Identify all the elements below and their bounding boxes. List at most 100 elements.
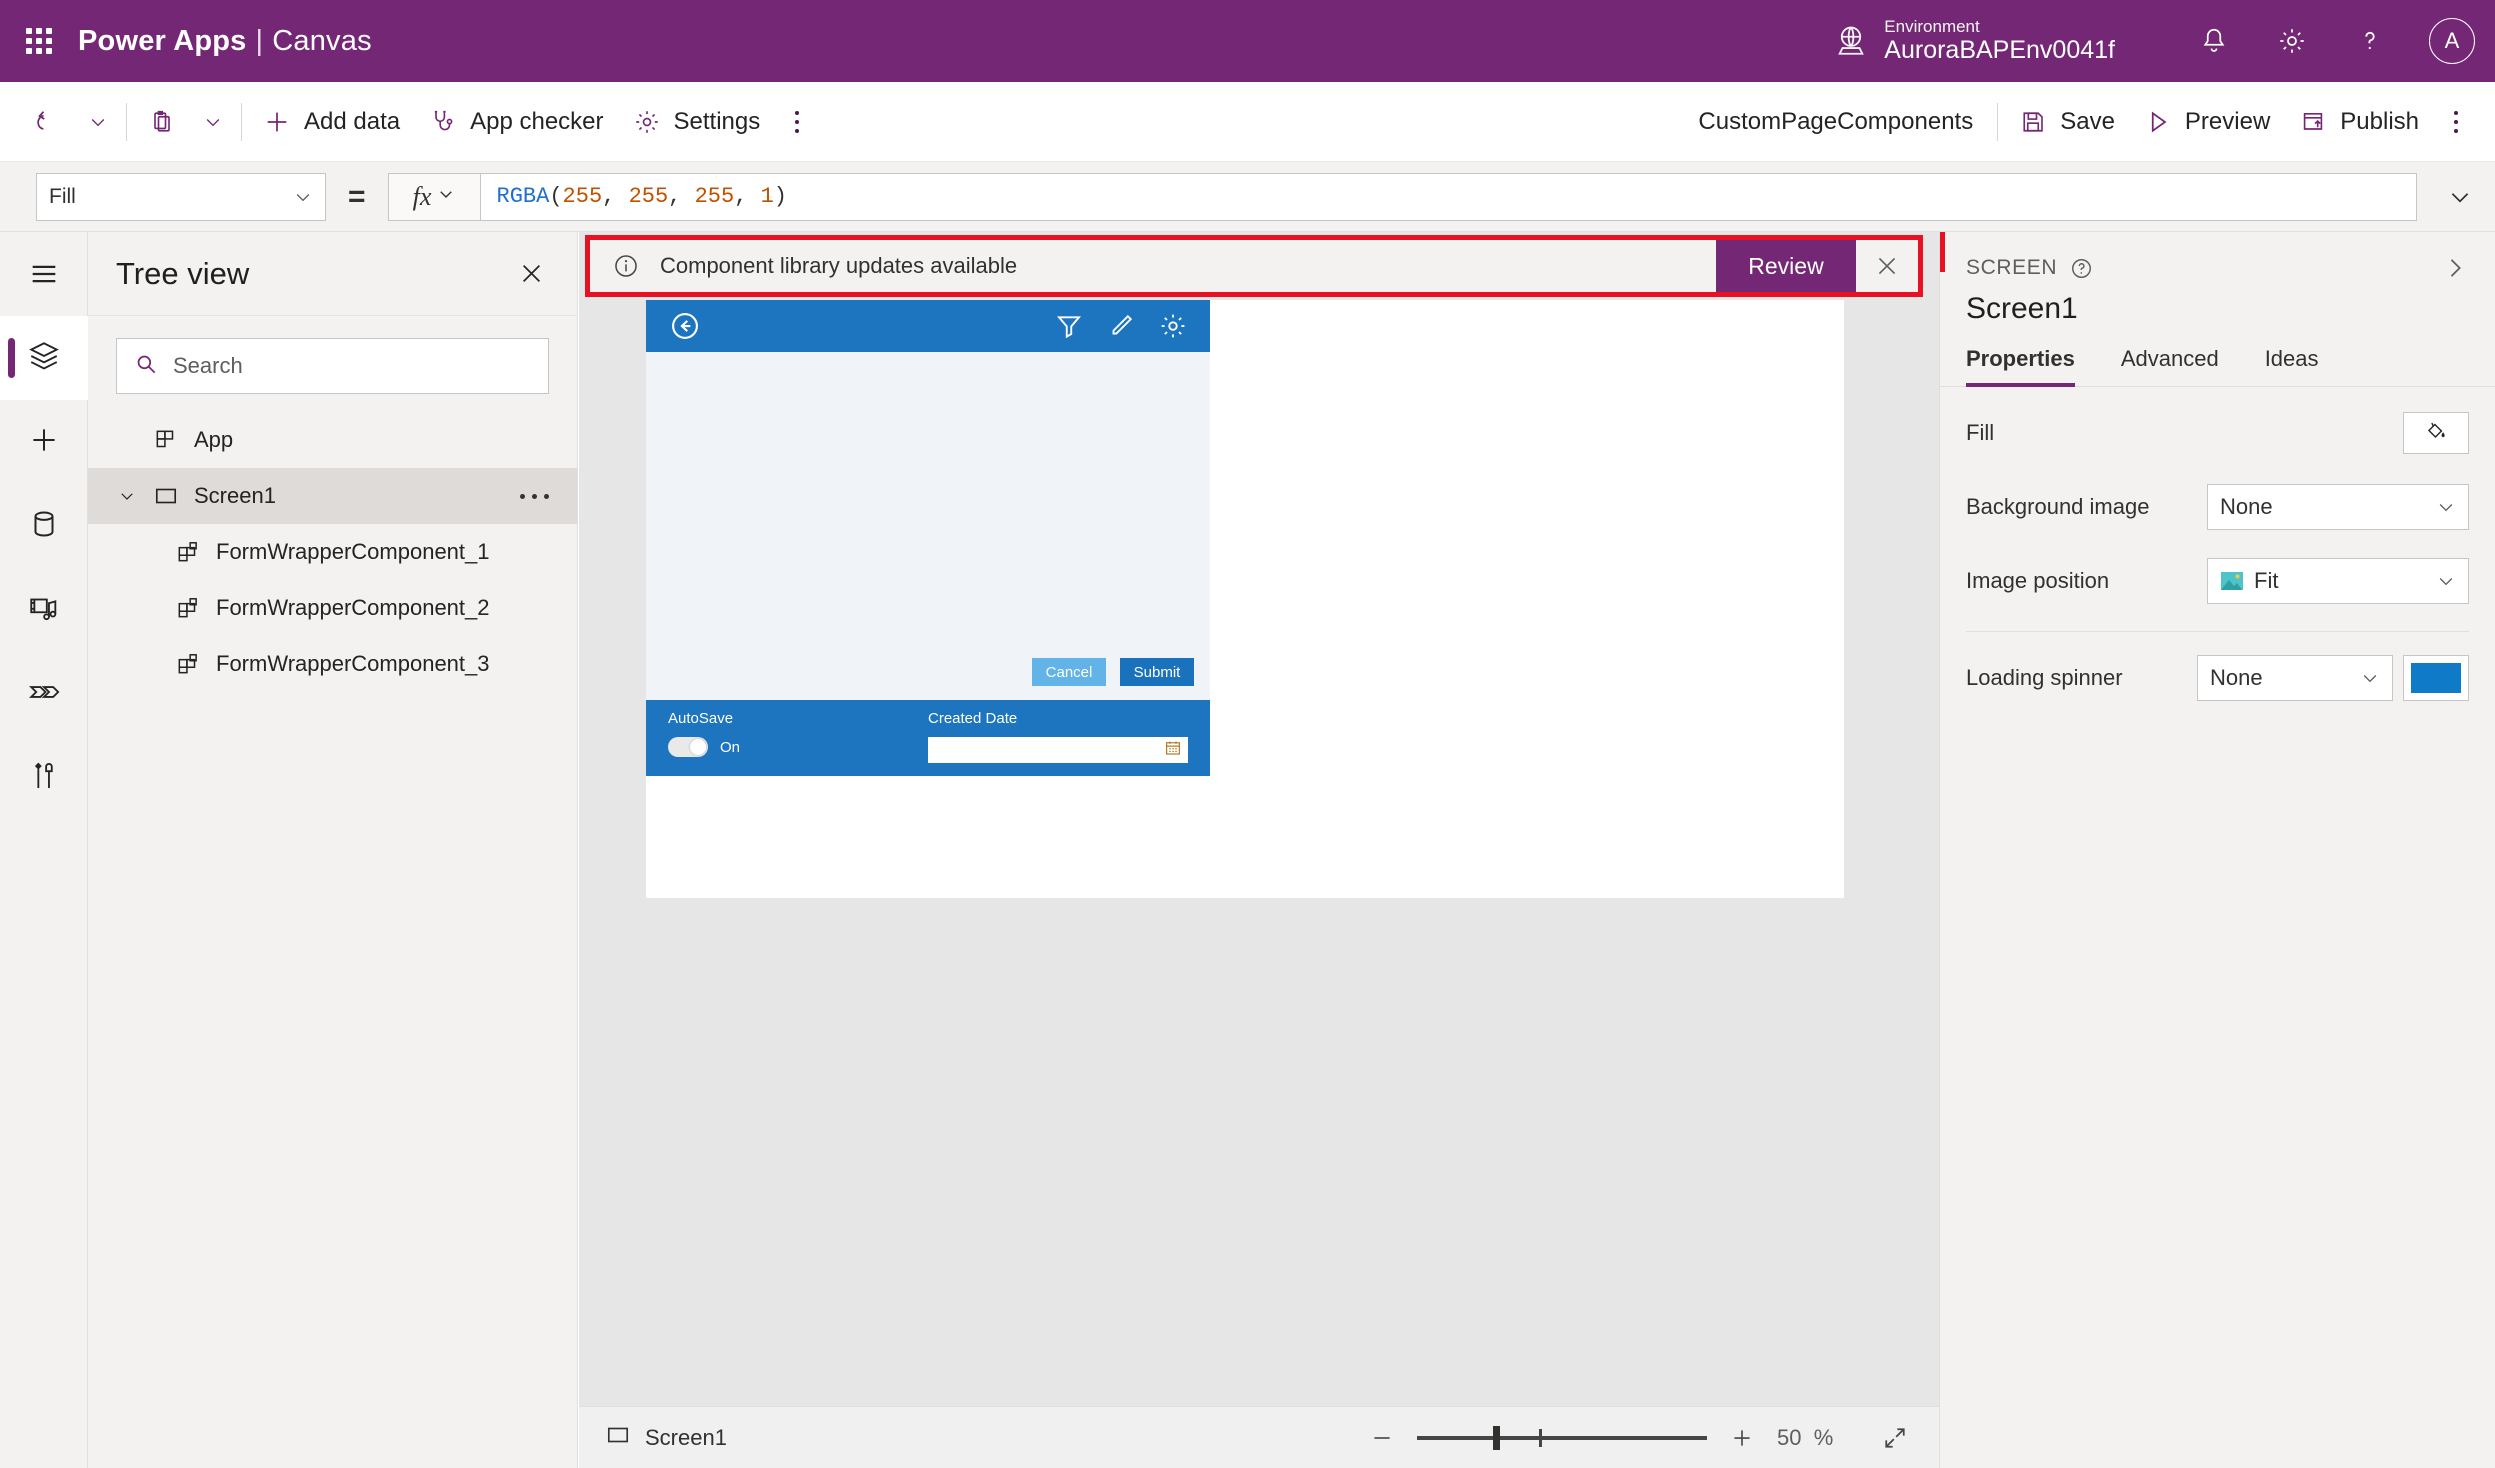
environment-picker[interactable]: Environment AuroraBAPEnv0041f	[1834, 17, 2115, 65]
tree-item-label: App	[194, 427, 234, 452]
search-input[interactable]	[173, 353, 532, 379]
formula-input[interactable]: RGBA(255, 255, 255, 1)	[479, 172, 2417, 221]
canvas-area[interactable]: Component library updates available Revi…	[579, 232, 1939, 1468]
hamburger-icon[interactable]	[0, 232, 88, 316]
bell-icon[interactable]	[2175, 0, 2253, 82]
zoom-out-button[interactable]	[1365, 1421, 1399, 1455]
sidebar-item-power-automate[interactable]	[0, 652, 88, 736]
power-automate-icon	[27, 675, 61, 714]
property-label-background-image: Background image	[1966, 494, 2150, 519]
command-bar: Add data App checker Settings CustomPage…	[0, 82, 2495, 162]
command-overflow-right-button[interactable]	[2433, 94, 2479, 150]
question-icon[interactable]	[2331, 0, 2409, 82]
pencil-icon[interactable]	[1106, 311, 1136, 341]
environment-label: Environment	[1884, 16, 1980, 36]
brand-title[interactable]: Power Apps | Canvas	[78, 25, 372, 58]
tree-item-formwrappercomponent-1[interactable]: FormWrapperComponent_1	[88, 524, 577, 580]
filter-icon[interactable]	[1054, 311, 1084, 341]
settings-button[interactable]: Settings	[618, 94, 775, 150]
app-screen-preview[interactable]: Cancel Submit AutoSave On Created Date	[646, 300, 1844, 898]
preview-form-body[interactable]: Cancel Submit	[646, 352, 1210, 700]
image-icon	[2220, 571, 2244, 591]
property-selector-value: Fill	[49, 184, 76, 208]
property-label-loading-spinner: Loading spinner	[1966, 665, 2123, 690]
sidebar-item-tree-view[interactable]	[0, 316, 88, 400]
save-button[interactable]: Save	[2004, 94, 2129, 150]
command-overflow-button[interactable]	[774, 94, 820, 150]
sidebar-item-insert[interactable]	[0, 400, 88, 484]
background-image-value: None	[2220, 494, 2273, 519]
close-icon[interactable]	[509, 252, 553, 296]
app-checker-label: App checker	[470, 107, 604, 135]
submit-button[interactable]: Submit	[1120, 658, 1194, 686]
paste-dropdown[interactable]	[191, 94, 235, 150]
undo-button[interactable]	[18, 94, 76, 150]
sidebar-item-data[interactable]	[0, 484, 88, 568]
property-row-fill: Fill	[1966, 405, 2469, 461]
paste-button[interactable]	[133, 94, 191, 150]
publish-button[interactable]: Publish	[2284, 94, 2433, 150]
zoom-slider-thumb[interactable]	[1493, 1425, 1500, 1450]
preview-button[interactable]: Preview	[2129, 94, 2284, 150]
tab-ideas[interactable]: Ideas	[2265, 346, 2319, 386]
chevron-down-icon	[2426, 571, 2456, 591]
zoom-in-button[interactable]	[1725, 1421, 1759, 1455]
divider	[126, 102, 127, 141]
fx-label: fx	[412, 181, 432, 211]
sidebar-item-media[interactable]	[0, 568, 88, 652]
created-date-input[interactable]	[928, 737, 1188, 763]
back-arrow-circle-icon[interactable]	[668, 309, 702, 343]
tree-item-formwrappercomponent-2[interactable]: FormWrapperComponent_2	[88, 580, 577, 636]
avatar[interactable]: A	[2409, 0, 2495, 82]
gear-icon	[632, 107, 662, 137]
property-selector[interactable]: Fill	[36, 172, 326, 221]
banner-review-button[interactable]: Review	[1716, 239, 1856, 293]
tab-advanced[interactable]: Advanced	[2121, 346, 2219, 386]
formula-paren-open: (	[549, 184, 563, 209]
chevron-down-icon	[293, 187, 313, 207]
tree-item-label: Screen1	[194, 483, 276, 508]
formula-arg-2: 255	[694, 184, 735, 209]
fill-color-button[interactable]	[2403, 412, 2469, 454]
add-data-button[interactable]: Add data	[248, 94, 414, 150]
cancel-button[interactable]: Cancel	[1032, 658, 1106, 686]
zoom-slider[interactable]	[1417, 1421, 1707, 1455]
panel-expand-icon[interactable]	[2441, 254, 2469, 282]
more-horizontal-icon[interactable]	[520, 493, 549, 499]
selected-control-name: Screen1	[1966, 292, 2078, 325]
autosave-toggle[interactable]	[668, 737, 708, 757]
properties-rows: Fill Background image None Image positio…	[1940, 405, 2495, 706]
background-image-dropdown[interactable]: None	[2207, 484, 2469, 530]
component-icon	[166, 595, 210, 621]
zoom-unit: %	[1813, 1424, 1834, 1450]
undo-dropdown[interactable]	[76, 94, 120, 150]
app-checker-button[interactable]: App checker	[414, 94, 617, 150]
chevron-down-icon[interactable]	[110, 487, 144, 505]
gear-icon[interactable]	[1158, 311, 1188, 341]
search-input-wrapper[interactable]	[116, 338, 549, 394]
tree-item-screen1[interactable]: Screen1	[88, 468, 577, 524]
plus-icon	[27, 423, 61, 462]
banner-close-icon[interactable]	[1856, 239, 1918, 293]
environment-name: AuroraBAPEnv0041f	[1884, 36, 2115, 65]
fit-screen-button[interactable]	[1875, 1421, 1915, 1455]
sidebar-item-advanced-tools[interactable]	[0, 736, 88, 820]
image-position-dropdown[interactable]: Fit	[2207, 558, 2469, 604]
loading-spinner-color-button[interactable]	[2403, 655, 2469, 701]
formula-arg-1: 255	[628, 184, 669, 209]
form-wrapper-component[interactable]: Cancel Submit AutoSave On Created Date	[646, 300, 1210, 828]
tab-properties[interactable]: Properties	[1966, 346, 2075, 387]
question-circle-icon[interactable]	[2069, 256, 2094, 281]
tree-item-app[interactable]: App	[88, 412, 577, 468]
gear-icon[interactable]	[2253, 0, 2331, 82]
formula-expand-button[interactable]	[2425, 162, 2495, 232]
left-rail	[0, 232, 88, 1468]
calendar-icon[interactable]	[1164, 739, 1182, 762]
fx-button[interactable]: fx	[387, 172, 480, 221]
app-launcher-icon[interactable]	[22, 24, 56, 58]
tree-item-formwrappercomponent-3[interactable]: FormWrapperComponent_3	[88, 636, 577, 692]
brand-separator: |	[255, 24, 264, 57]
loading-spinner-dropdown[interactable]: None	[2197, 655, 2393, 701]
tree-search-wrapper	[88, 316, 577, 412]
status-screen-selector[interactable]: Screen1	[605, 1422, 727, 1454]
